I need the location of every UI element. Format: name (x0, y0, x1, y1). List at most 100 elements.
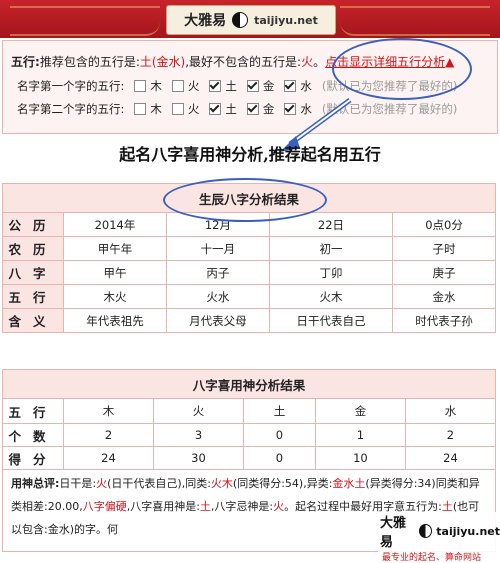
second-option-label: 火 (187, 102, 200, 116)
second-checkbox-metal[interactable] (246, 103, 259, 115)
first-option-label: 木 (150, 79, 162, 93)
watermark: 大雅易 taijiyu.net 最专业的起名、算命网站 (378, 512, 500, 563)
xiyong-table: 八字喜用神分析结果 五行 木 火 土 金 水 个数 2 3 0 1 2 得分 2… (2, 369, 497, 470)
table-cell: 木火 (63, 284, 167, 309)
table-row: 五行 木火 火水 火木 金水 (2, 284, 496, 309)
recommend-prefix: 五行: (11, 55, 40, 69)
summary-highlight: 火 (273, 500, 285, 513)
highlight-ellipse-detail-link (332, 38, 472, 100)
table-row: 农历 甲午年 十一月 初一 子时 (2, 236, 496, 261)
summary-text: (日干代表自己),同类: (107, 477, 211, 490)
table-cell: 甲午年 (63, 236, 167, 261)
summary-highlight: 金水土 (332, 477, 366, 490)
table-cell: 0点0分 (392, 212, 496, 237)
table-cell: 丁卯 (268, 260, 394, 285)
summary-label: 用神总评: (11, 477, 60, 490)
table-cell: 24 (404, 446, 497, 470)
first-checkbox-metal[interactable] (246, 80, 259, 92)
period: 。 (313, 55, 326, 69)
row-label: 农历 (2, 236, 64, 261)
row-label: 五行 (2, 284, 64, 309)
summary-highlight: 火木 (210, 477, 233, 490)
summary-highlight: 火 (96, 477, 108, 490)
exclude-text: ,最好不包含的五行是: (185, 55, 302, 69)
site-banner: 大雅易 taijiyu.net (0, 0, 500, 38)
summary-text: 何 (107, 523, 118, 536)
summary-text: (同类得分:54),异类: (232, 477, 333, 490)
watermark-domain: taijiyu.net (436, 524, 500, 538)
second-option-label: 土 (225, 102, 237, 116)
summary-highlight: 八字偏硬 (82, 500, 127, 513)
watermark-chinese: 大雅易 (380, 516, 407, 550)
first-option-label: 火 (187, 79, 200, 93)
second-checkbox-earth[interactable] (209, 103, 222, 115)
banner-ornament-left (10, 6, 160, 36)
recommend-text: 推荐包含的五行是: (39, 55, 140, 69)
table-cell: 火 (153, 398, 244, 424)
highlight-ellipse-bazi-title (163, 178, 327, 222)
table-cell: 年代表祖先 (63, 308, 167, 333)
first-checkbox-water[interactable] (284, 80, 297, 92)
table-cell: 庚子 (392, 260, 496, 285)
table-cell: 30 (153, 446, 244, 470)
table-cell: 时代表子孙 (392, 308, 496, 333)
summary-highlight: 土 (199, 500, 211, 513)
summary-text: ,八字忌神是: (210, 500, 274, 513)
row-label: 得分 (2, 446, 64, 470)
page-heading: 起名八字喜用神分析,推荐起名用五行 (119, 145, 381, 164)
first-checkbox-fire[interactable] (171, 80, 184, 92)
first-checkbox-wood[interactable] (134, 80, 147, 92)
first-option-label: 土 (225, 79, 237, 93)
banner-ornament-right (340, 6, 490, 36)
table-cell: 金 (314, 398, 406, 424)
summary-text: ,八字喜用神是: (126, 500, 200, 513)
table-cell: 10 (314, 446, 406, 470)
summary-text: 日干是: (59, 477, 97, 490)
table-row: 五行 木 火 土 金 水 (2, 398, 497, 424)
second-char-label: 名字第二个字的五行: (17, 102, 125, 116)
table-cell: 火水 (165, 284, 270, 309)
table-cell: 初一 (268, 236, 394, 261)
yin-yang-icon (232, 12, 249, 28)
row-label: 五行 (2, 398, 64, 424)
row-label: 含义 (2, 308, 64, 333)
table-cell: 丙子 (165, 260, 270, 285)
table-cell: 火木 (268, 284, 394, 309)
table-cell: 3 (153, 423, 244, 447)
logo-chinese: 大雅易 (184, 13, 227, 29)
table-cell: 日干代表自己 (268, 308, 394, 333)
second-checkbox-wood[interactable] (134, 103, 147, 115)
table-cell: 0 (243, 423, 316, 447)
table-cell: 月代表父母 (165, 308, 270, 333)
table-cell: 甲午 (63, 260, 167, 285)
first-option-label: 水 (300, 79, 312, 93)
table-cell: 子时 (392, 236, 496, 261)
table-cell: 土 (243, 398, 316, 424)
table-cell: 水 (404, 398, 497, 424)
row-label: 个数 (2, 423, 64, 447)
table-row: 含义 年代表祖先 月代表父母 日干代表自己 时代表子孙 (2, 308, 496, 333)
xiyong-table-title: 八字喜用神分析结果 (2, 369, 496, 399)
first-char-label: 名字第一个字的五行: (17, 79, 125, 93)
logo-domain: taijiyu.net (254, 13, 318, 27)
second-option-label: 木 (150, 102, 162, 116)
table-row: 个数 2 3 0 1 2 (2, 423, 497, 447)
table-cell: 十一月 (165, 236, 270, 261)
recommend-value: 土(金水) (139, 55, 186, 69)
row-label: 公历 (2, 212, 64, 237)
second-char-wuxing-row: 名字第二个字的五行: 木 火 土 金 水 (默认已为您推荐了最好的) (17, 101, 457, 117)
table-cell: 2 (63, 423, 154, 447)
second-checkbox-fire[interactable] (171, 103, 184, 115)
table-cell: 木 (63, 398, 154, 424)
table-cell: 0 (243, 446, 316, 470)
first-checkbox-earth[interactable] (209, 80, 222, 92)
table-cell: 金水 (392, 284, 496, 309)
table-row: 得分 24 30 0 10 24 (2, 446, 497, 470)
yin-yang-icon (419, 524, 433, 538)
table-cell: 2014年 (63, 212, 167, 237)
site-logo[interactable]: 大雅易 taijiyu.net (166, 5, 336, 35)
first-option-label: 金 (262, 79, 275, 93)
table-cell: 2 (404, 423, 497, 447)
row-label: 八字 (2, 260, 64, 285)
table-cell: 1 (314, 423, 406, 447)
